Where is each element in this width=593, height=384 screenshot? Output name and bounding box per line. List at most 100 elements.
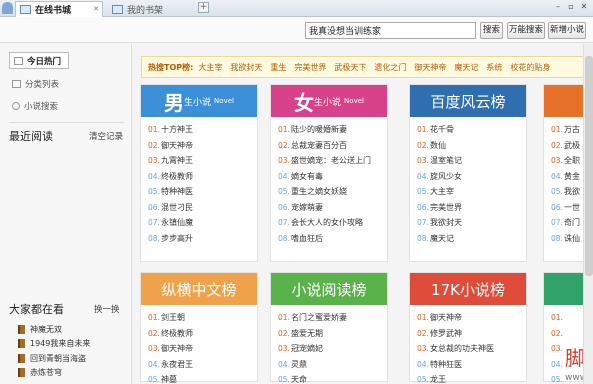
list-item[interactable]: 05. 天命 xyxy=(278,372,387,384)
list-item[interactable]: 回到青朝当海盗 xyxy=(18,351,90,366)
book-title: 总裁宠妻百分百 xyxy=(291,140,347,150)
rank-number: 02. xyxy=(417,140,429,150)
sidebar-item-label: 小说搜索 xyxy=(24,102,59,112)
scrollbar[interactable] xyxy=(583,44,593,384)
universal-search-button[interactable]: 万能搜索 xyxy=(507,22,545,39)
maximize-icon[interactable]: ▫ xyxy=(565,1,577,13)
list-item[interactable]: 04. 旋风少女 xyxy=(417,169,526,185)
list-item[interactable]: 04. 灵鼎 xyxy=(278,357,387,373)
list-item[interactable]: 08. 魔天记 xyxy=(417,231,526,247)
rank-number: 05. xyxy=(148,187,160,197)
add-novel-button[interactable]: 新增小说 xyxy=(548,22,586,39)
window-controls: – ▫ ✕ xyxy=(552,1,590,13)
list-item[interactable]: 06. 宠嫁萌妻 xyxy=(278,200,387,216)
close-icon[interactable]: ✕ xyxy=(92,5,100,13)
sidebar-item-search[interactable]: 小说搜索 xyxy=(12,100,58,112)
list-item[interactable]: 07. 会长大人的女仆攻略 xyxy=(278,215,387,231)
hot-search-item[interactable]: 遗化之门 xyxy=(374,62,406,73)
minimize-icon[interactable]: – xyxy=(552,1,564,13)
list-item[interactable]: 02. 终极教师 xyxy=(148,326,257,342)
list-item[interactable]: 03. 女总裁的功夫神医 xyxy=(417,341,526,357)
list-item[interactable]: 05. 特种神医 xyxy=(148,184,257,200)
list-item[interactable]: 04. 永夜君王 xyxy=(148,357,257,373)
list-item[interactable]: 06. 混世刁民 xyxy=(148,200,257,216)
scroll-thumb[interactable] xyxy=(585,56,593,276)
list-item[interactable]: 08. 嗜血狂后 xyxy=(278,231,387,247)
watching-list: 神魔无双 1949我来自未来 回到青朝当海盗 赤炼苍穹 xyxy=(18,322,90,380)
list-item[interactable]: 04. 终极教师 xyxy=(148,169,257,185)
list-item[interactable]: 03. 冠宠嫡妃 xyxy=(278,341,387,357)
book-title: 名门之蜜爱娇妻 xyxy=(291,313,347,323)
list-item[interactable]: 01. 十方神王 xyxy=(148,122,257,138)
rank-number: 01. xyxy=(551,313,563,323)
list-item[interactable]: 03. 御天神帝 xyxy=(148,341,257,357)
list-item[interactable]: 02. 总裁宠妻百分百 xyxy=(278,138,387,154)
list-item[interactable]: 01. 剑王朝 xyxy=(148,310,257,326)
list-item[interactable]: 05. 龙王 xyxy=(417,372,526,384)
list-item[interactable]: 赤炼苍穹 xyxy=(18,366,90,381)
rank-number: 08. xyxy=(278,233,290,243)
hot-search-item[interactable]: 大主宰 xyxy=(198,62,222,73)
list-item[interactable]: 03. 盛世嫡宠：老公送上门 xyxy=(278,153,387,169)
list-item[interactable]: 03. 九霄神王 xyxy=(148,153,257,169)
clear-history-link[interactable]: 清空记录 xyxy=(89,130,123,142)
hot-search-item[interactable]: 御天神帝 xyxy=(414,62,446,73)
rank-number: 02. xyxy=(551,328,563,338)
list-item[interactable]: 05. 神墓 xyxy=(148,372,257,384)
list-item[interactable]: 02. 御天神帝 xyxy=(148,138,257,154)
search-button[interactable]: 搜索 xyxy=(480,22,503,39)
user-icon[interactable] xyxy=(2,2,13,14)
hot-search-item[interactable]: 魔天记 xyxy=(454,62,478,73)
card-header[interactable]: 17K小说榜 xyxy=(410,273,526,305)
rank-number: 05. xyxy=(417,375,429,384)
hot-search-item[interactable]: 系统 xyxy=(486,62,502,73)
list-item[interactable]: 02. 修罗武神 xyxy=(417,326,526,342)
search-input[interactable] xyxy=(305,22,476,39)
list-item[interactable]: 02. 盛爱无期 xyxy=(278,326,387,342)
list-item[interactable]: 06. 完美世界 xyxy=(417,200,526,216)
card-header[interactable]: 女生小说 Novel xyxy=(271,85,387,117)
card-title: 百度风云榜 xyxy=(430,92,506,111)
list-item[interactable]: 01. 御天神帝 xyxy=(417,310,526,326)
tab-my-bookshelf[interactable]: 我的书架 xyxy=(108,1,198,17)
list-item[interactable]: 1949我来自未来 xyxy=(18,337,90,352)
book-title: 陆少的暖婚新妻 xyxy=(291,125,347,135)
card-header[interactable]: 男生小说 Novel xyxy=(141,85,257,117)
list-item[interactable]: 05. 重生之嫡女妖娆 xyxy=(278,184,387,200)
list-item[interactable]: 04. 嫡女有毒 xyxy=(278,169,387,185)
list-item[interactable]: 03. 温室笔记 xyxy=(417,153,526,169)
list-item[interactable]: 08. 步步高升 xyxy=(148,231,257,247)
rank-number: 03. xyxy=(148,344,160,354)
list-item[interactable]: 02. 数仙 xyxy=(417,138,526,154)
hot-search-item[interactable]: 完美世界 xyxy=(294,62,326,73)
list-item[interactable]: 05. 大主宰 xyxy=(417,184,526,200)
new-tab-button[interactable]: + xyxy=(198,2,209,13)
close-window-icon[interactable]: ✕ xyxy=(578,1,590,13)
card-header[interactable]: 小说阅读榜 xyxy=(271,273,387,305)
book-title: 特种神医 xyxy=(161,187,193,197)
hot-search-item[interactable]: 重生 xyxy=(270,62,286,73)
hot-search-item[interactable]: 武极天下 xyxy=(334,62,366,73)
hot-search-item[interactable]: 校花的贴身 xyxy=(510,62,550,73)
sidebar-item-today-hot[interactable]: 今日热门 xyxy=(9,52,69,69)
rank-number: 04. xyxy=(278,359,290,369)
list-item[interactable]: 01. 陆少的暖婚新妻 xyxy=(278,122,387,138)
list-item[interactable]: 07. 永镇仙魔 xyxy=(148,215,257,231)
card-header[interactable]: 纵横中文榜 xyxy=(141,273,257,305)
book-title: 终极教师 xyxy=(161,171,193,181)
rank-card: 女生小说 Novel 01. 陆少的暖婚新妻 02. 总裁宠妻百分百 03. 盛世嫡宠：老公送… xyxy=(270,84,388,262)
sidebar-item-category[interactable]: 分类列表 xyxy=(12,78,59,90)
refresh-link[interactable]: 换一换 xyxy=(94,303,120,315)
card-header[interactable]: 百度风云榜 xyxy=(410,85,526,117)
bookstore-icon xyxy=(20,5,31,14)
rank-number: 04. xyxy=(278,171,290,181)
hot-search-item[interactable]: 我欲封天 xyxy=(230,62,262,73)
list-item[interactable]: 01. 花千骨 xyxy=(417,122,526,138)
tab-online-bookstore[interactable]: 在线书城 ✕ xyxy=(15,1,103,17)
list-item[interactable]: 01. 名门之蜜爱娇妻 xyxy=(278,310,387,326)
rank-number: 05. xyxy=(551,375,563,384)
list-item[interactable]: 07. 我欲封天 xyxy=(417,215,526,231)
book-title: 修罗武神 xyxy=(430,328,462,338)
list-item[interactable]: 04. 特种狂医 xyxy=(417,357,526,373)
list-item[interactable]: 神魔无双 xyxy=(18,322,90,337)
